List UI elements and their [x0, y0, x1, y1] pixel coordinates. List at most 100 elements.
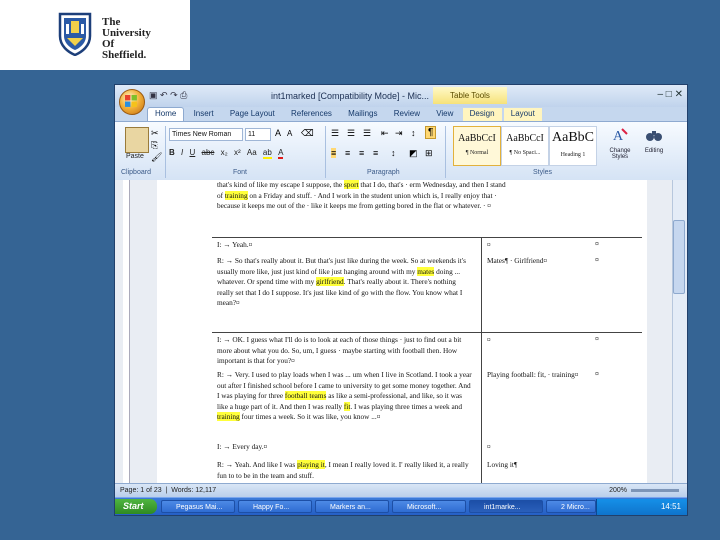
tab-insert[interactable]: Insert	[187, 108, 221, 122]
group-paragraph: Paragraph	[367, 169, 400, 176]
shrink-font-icon[interactable]: A	[287, 129, 292, 138]
tab-mailings[interactable]: Mailings	[341, 108, 384, 122]
align-right-icon[interactable]: ≡	[359, 148, 364, 158]
scrollbar-thumb[interactable]	[673, 220, 685, 294]
clock[interactable]: 14:51	[661, 499, 681, 515]
underline-icon[interactable]: U	[189, 148, 195, 157]
university-wordmark: The University Of Sheffield.	[102, 17, 151, 61]
change-styles-icon: A	[613, 128, 628, 144]
taskbar-item[interactable]: Microsoft...	[392, 500, 466, 513]
bullets-icon[interactable]: ☰	[331, 128, 339, 139]
tab-view[interactable]: View	[429, 108, 460, 122]
taskbar-item[interactable]: Happy Fo...	[238, 500, 312, 513]
tab-review[interactable]: Review	[387, 108, 427, 122]
redo-icon[interactable]: ↷	[170, 90, 178, 100]
document-page[interactable]: that's kind of like my escape I suppose,…	[157, 180, 647, 483]
cut-icon[interactable]: ✂	[151, 128, 159, 139]
transcript-turn: I: → Yeah.¤	[217, 240, 253, 249]
group-clipboard: Clipboard	[121, 169, 151, 176]
style-heading-1[interactable]: AaBbC Heading 1	[549, 126, 597, 166]
subscript-icon[interactable]: x₂	[221, 148, 228, 157]
font-name-box[interactable]: Times New Roman	[169, 128, 243, 141]
logo-line: Sheffield.	[102, 49, 147, 61]
show-formatting-icon[interactable]: ¶	[425, 126, 437, 139]
taskbar-item[interactable]: Pegasus Mai...	[161, 500, 235, 513]
title-bar: ▣ ↶ ↷ ⎙ int1marked [Compatibility Mode] …	[115, 85, 687, 107]
font-format-buttons: B I U abc x₂ x² Aa ab A	[169, 148, 287, 159]
binoculars-icon	[646, 131, 662, 141]
start-button[interactable]: Start	[115, 499, 157, 514]
taskbar-item-active[interactable]: int1marke...	[469, 500, 543, 513]
close-icon[interactable]: ✕	[675, 89, 683, 100]
document-workspace: that's kind of like my escape I suppose,…	[115, 180, 687, 483]
cell-end-mark: ¤	[595, 241, 599, 248]
windows-taskbar: Start Pegasus Mai... Happy Fo... Markers…	[115, 497, 687, 515]
transcript-turn: I: → Every day.¤	[217, 442, 268, 451]
paste-icon[interactable]	[125, 127, 149, 153]
tab-references[interactable]: References	[284, 108, 339, 122]
align-left-icon[interactable]: ≡	[331, 148, 337, 158]
copy-icon[interactable]: ⎘	[151, 140, 158, 151]
undo-icon[interactable]: ↶	[160, 90, 168, 100]
style-no-spacing[interactable]: AaBbCcI ¶ No Spaci...	[501, 126, 549, 166]
strikethrough-icon[interactable]: abc	[202, 148, 215, 157]
justify-icon[interactable]: ≡	[373, 148, 378, 158]
change-case-icon[interactable]: Aa	[247, 148, 257, 157]
taskbar-item[interactable]: Markers an...	[315, 500, 389, 513]
line-spacing-icon[interactable]: ↕	[391, 148, 396, 158]
ribbon-divider	[325, 126, 326, 178]
transcript-turn: R: → Yeah. And like I was playing it, I …	[217, 460, 469, 480]
clear-format-icon[interactable]: ⌫	[301, 128, 314, 139]
superscript-icon[interactable]: x²	[234, 148, 241, 157]
code-cell: ¤	[487, 442, 491, 451]
font-size-box[interactable]: 11	[245, 128, 271, 141]
numbering-icon[interactable]: ☰	[347, 128, 355, 139]
window-controls: – □ ✕	[657, 89, 683, 100]
increase-indent-icon[interactable]: ⇥	[395, 128, 403, 139]
borders-icon[interactable]: ⊞	[425, 148, 433, 159]
tab-page-layout[interactable]: Page Layout	[223, 108, 282, 122]
vertical-scrollbar[interactable]	[672, 180, 687, 483]
maximize-icon[interactable]: □	[666, 89, 672, 100]
table-border	[212, 332, 642, 333]
table-tools-context-tab: Table Tools	[433, 87, 507, 104]
bold-icon[interactable]: B	[169, 148, 175, 157]
font-color-icon[interactable]: A	[278, 148, 284, 159]
change-styles-button[interactable]: A Change Styles	[605, 126, 635, 160]
window-title: int1marked [Compatibility Mode] - Mic...	[271, 91, 430, 101]
grow-font-icon[interactable]: A	[275, 128, 281, 138]
office-button[interactable]	[119, 89, 145, 115]
style-normal[interactable]: AaBbCcI ¶ Normal	[453, 126, 501, 166]
tab-design[interactable]: Design	[462, 108, 502, 122]
print-icon[interactable]: ⎙	[180, 90, 187, 100]
paste-button[interactable]: Paste	[126, 153, 144, 160]
style-label: ¶ No Spaci...	[509, 150, 541, 156]
shading-icon[interactable]: ◩	[409, 148, 418, 159]
transcript-turn: R: → Very. I used to play loads when I w…	[217, 370, 472, 422]
save-icon[interactable]: ▣	[149, 90, 158, 100]
svg-text:A: A	[613, 129, 624, 144]
ribbon: Paste ✂ ⎘ 🖌 Clipboard Times New Roman 11…	[115, 121, 687, 181]
style-label: Heading 1	[560, 152, 586, 158]
quick-access-toolbar: ▣ ↶ ↷ ⎙	[149, 90, 187, 101]
tab-layout[interactable]: Layout	[503, 108, 542, 122]
sort-icon[interactable]: ↕	[411, 128, 416, 138]
zoom-level[interactable]: 200%	[609, 487, 627, 494]
align-center-icon[interactable]: ≡	[345, 148, 350, 158]
minimize-icon[interactable]: –	[657, 89, 663, 100]
multilevel-list-icon[interactable]: ☰	[363, 128, 371, 139]
decrease-indent-icon[interactable]: ⇤	[381, 128, 389, 139]
zoom-slider[interactable]	[631, 489, 679, 492]
taskbar-item[interactable]: 2 Micro...	[546, 500, 596, 513]
code-cell: Loving it¶	[487, 460, 518, 469]
university-crest-icon	[58, 12, 92, 56]
status-left: Page: 1 of 23 | Words: 12,117	[120, 487, 217, 494]
word-count[interactable]: Words: 12,117	[171, 487, 216, 494]
italic-icon[interactable]: I	[181, 148, 183, 157]
tab-home[interactable]: Home	[147, 107, 185, 122]
format-painter-icon[interactable]: 🖌	[151, 152, 162, 163]
code-cell: ¤	[487, 240, 491, 249]
highlight-icon[interactable]: ab	[262, 148, 272, 159]
editing-button[interactable]: Editing	[639, 126, 669, 154]
page-count[interactable]: Page: 1 of 23	[120, 487, 162, 494]
